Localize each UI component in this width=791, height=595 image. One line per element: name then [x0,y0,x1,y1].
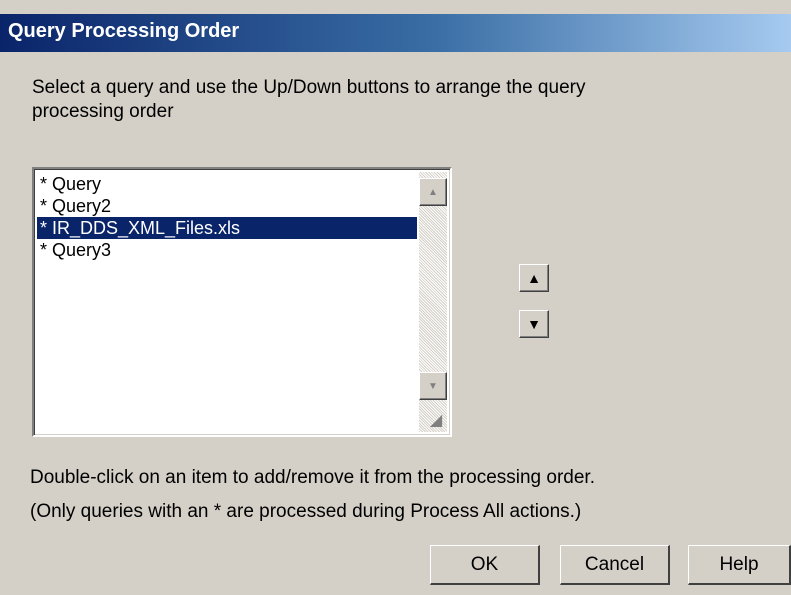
ok-button[interactable]: OK [430,545,540,585]
resize-grip-icon[interactable]: ◢ [425,410,447,432]
list-item[interactable]: * Query [37,173,417,195]
query-listbox[interactable]: * Query * Query2 * IR_DDS_XML_Files.xls … [32,167,452,437]
cancel-button[interactable]: Cancel [560,545,670,585]
list-item[interactable]: * IR_DDS_XML_Files.xls [37,217,417,239]
scroll-up-arrow-icon: ▲ [428,186,438,198]
list-item[interactable]: * Query2 [37,195,417,217]
help-button[interactable]: Help [688,545,791,585]
hint-asterisk: (Only queries with an * are processed du… [30,501,582,522]
list-item[interactable]: * Query3 [37,239,417,261]
scroll-down-button[interactable]: ▼ [419,372,447,400]
instruction-text: Select a query and use the Up/Down butto… [32,77,586,122]
move-down-button[interactable]: ▼ [519,310,549,338]
scroll-down-arrow-icon: ▼ [428,380,438,392]
dialog-title: Query Processing Order [8,20,240,42]
query-list: * Query * Query2 * IR_DDS_XML_Files.xls … [37,173,417,261]
triangle-down-icon: ▼ [527,316,541,332]
dialog-titlebar: Query Processing Order [0,14,791,52]
move-up-button[interactable]: ▲ [519,264,549,292]
triangle-up-icon: ▲ [527,270,541,286]
vertical-scrollbar[interactable]: ▲ ▼ [419,172,447,432]
hint-double-click: Double-click on an item to add/remove it… [30,467,595,488]
scroll-up-button[interactable]: ▲ [419,178,447,206]
